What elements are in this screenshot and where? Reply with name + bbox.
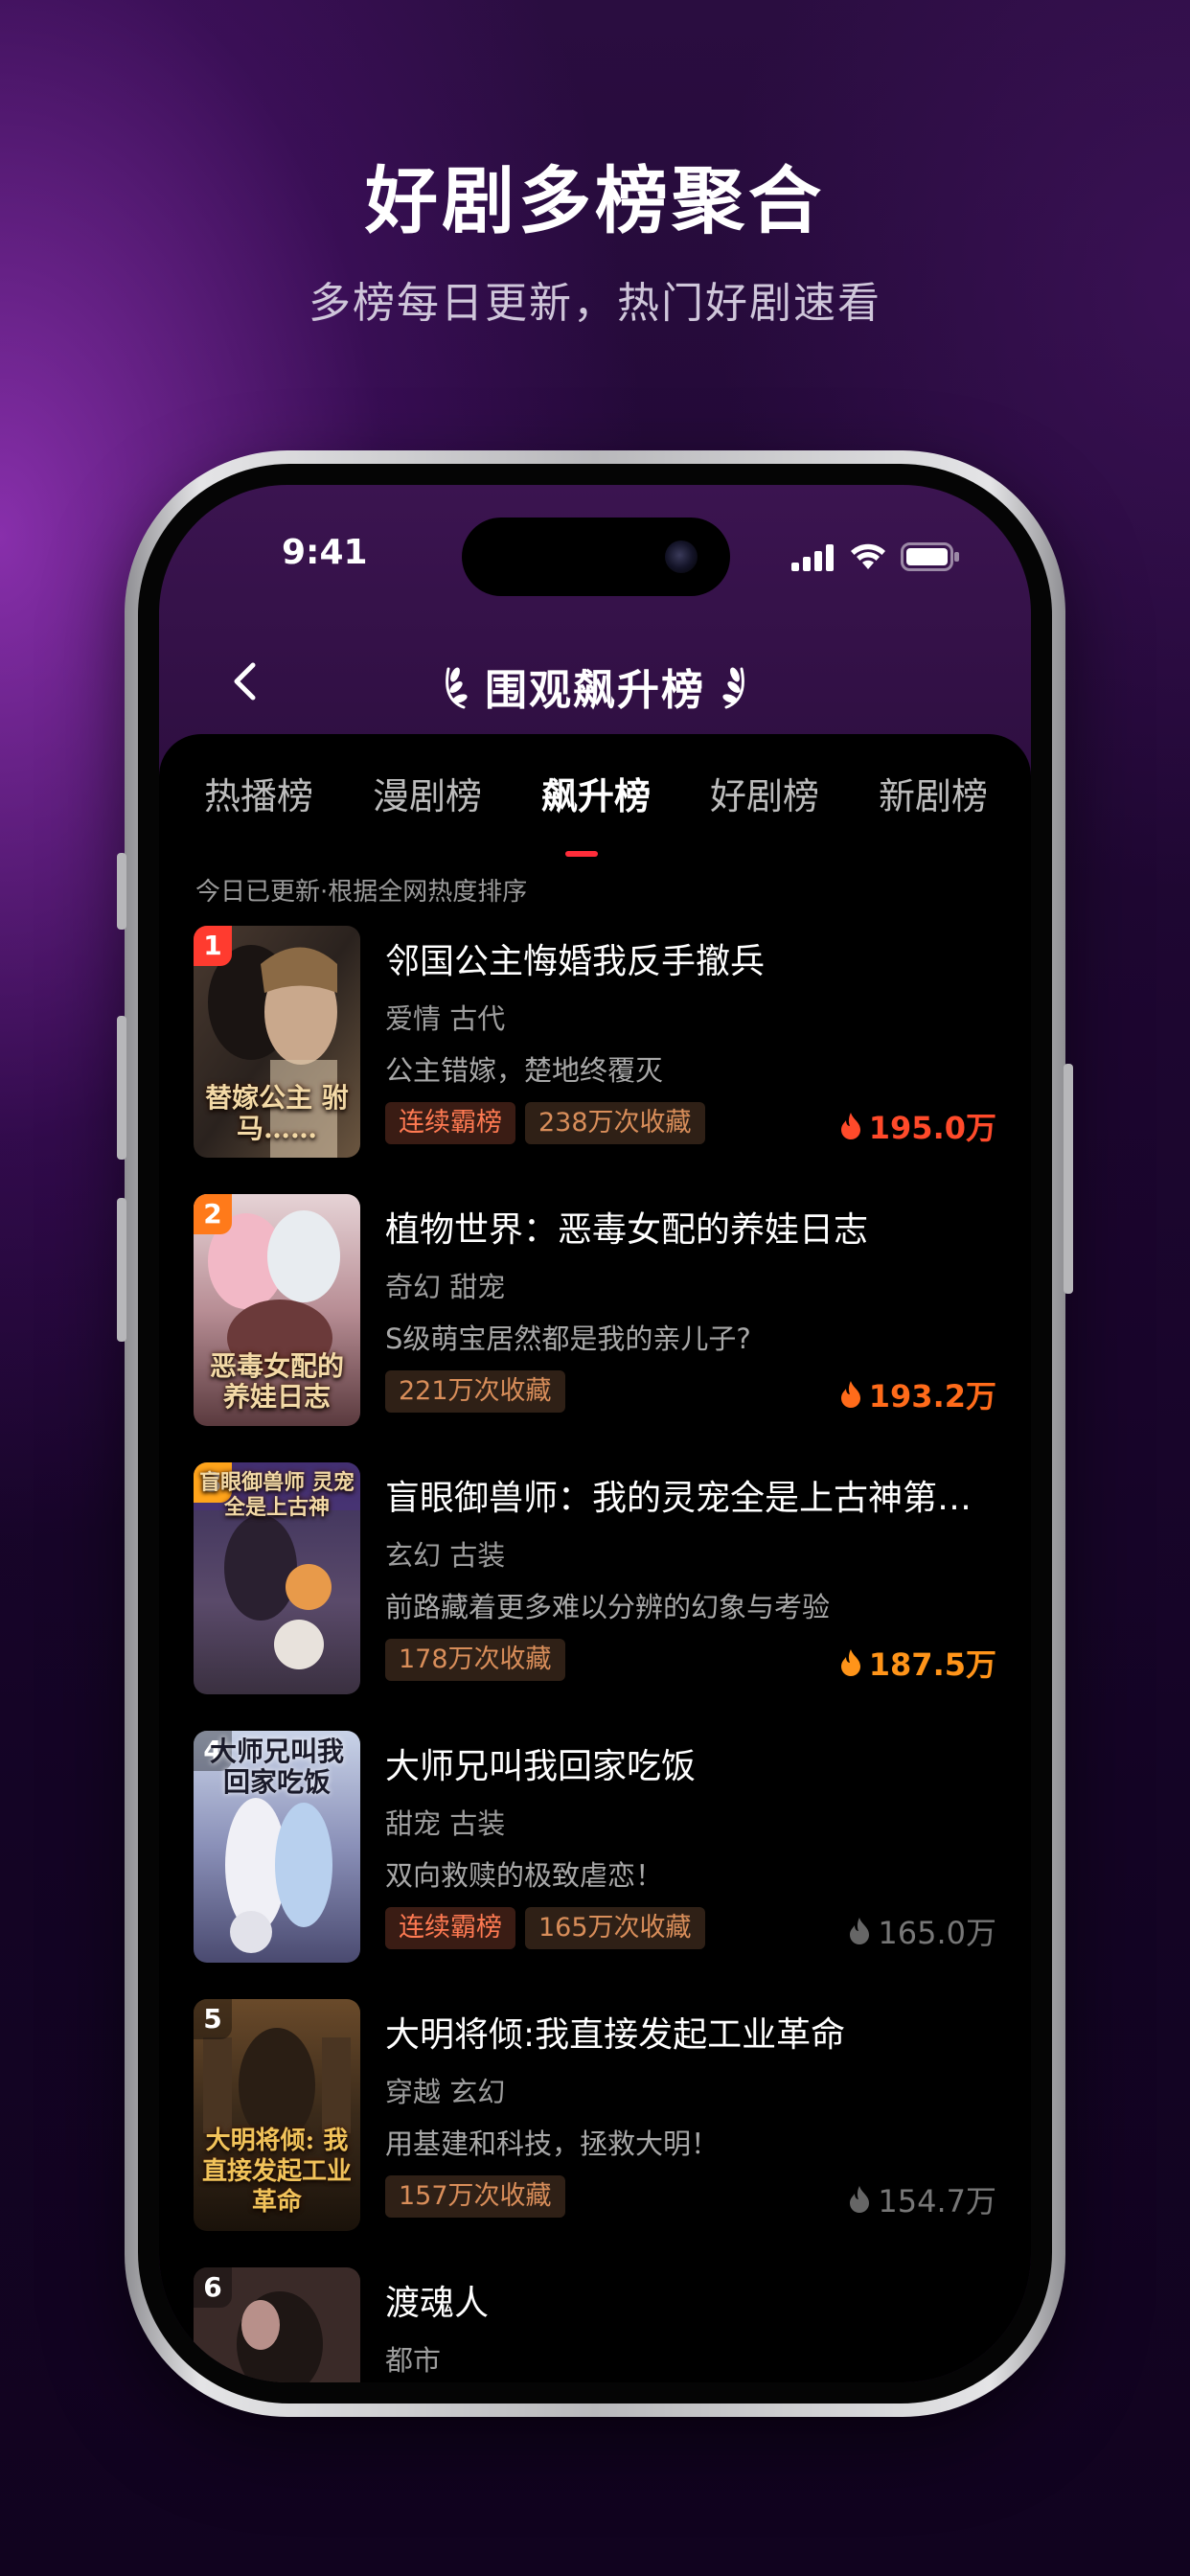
- drama-genre: 甜宠 古装: [385, 1807, 506, 1840]
- heat-score: 165.0万: [847, 1909, 996, 1953]
- rank-badge: 2: [194, 1194, 232, 1234]
- list-item[interactable]: 6 渡魂人 都市: [159, 2267, 1031, 2382]
- phone-volume-up-button: [117, 1016, 126, 1160]
- heat-score: 154.7万: [847, 2177, 996, 2221]
- tab-good[interactable]: 好剧榜: [688, 767, 841, 819]
- heat-value: 187.5万: [868, 1646, 996, 1683]
- flame-icon: [850, 2186, 870, 2213]
- drama-title[interactable]: 植物世界：恶毒女配的养娃日志: [385, 1202, 998, 1252]
- laurel-left-icon: [446, 667, 468, 709]
- heat-value: 154.7万: [878, 2183, 996, 2220]
- cover-title-art: 大师兄叫我 回家吃饭: [209, 1736, 344, 1798]
- drama-tags: 连续霸榜 238万次收藏: [385, 1102, 705, 1144]
- heat-value: 193.2万: [868, 1378, 996, 1414]
- ranking-panel: 热播榜 漫剧榜 飙升榜 好剧榜 新剧榜 今日已更新·根据全网热度排序 1 替嫁公…: [159, 734, 1031, 2382]
- drama-genre: 都市: [385, 2344, 442, 2377]
- heat-value: 165.0万: [878, 1915, 996, 1951]
- heat-score: 187.5万: [838, 1641, 996, 1685]
- drama-genre: 奇幻 甜宠: [385, 1271, 506, 1303]
- cellular-signal-icon: [791, 544, 834, 571]
- cover-title-art: 恶毒女配的 养娃日志: [209, 1350, 344, 1413]
- cover-title-art: 大明将倾: 我直接发起工业革命: [201, 2127, 352, 2217]
- cover-title-art: 替嫁公主 驸马……: [205, 1082, 349, 1144]
- drama-title[interactable]: 渡魂人: [385, 2275, 998, 2325]
- favorites-tag: 178万次收藏: [385, 1639, 565, 1681]
- status-bar: 9:41: [159, 485, 1031, 629]
- page-title: 围观飙升榜: [485, 666, 705, 715]
- drama-description: 双向救赎的极致虐恋！: [385, 1859, 664, 1892]
- tab-comic[interactable]: 漫剧榜: [351, 767, 504, 819]
- drama-tags: 178万次收藏: [385, 1639, 565, 1681]
- camera-icon: [665, 540, 698, 573]
- drama-tags: 221万次收藏: [385, 1370, 565, 1413]
- list-item[interactable]: 5 大明将倾: 我直接发起工业革命 大明将倾:我直接发起工业革命 穿越 玄幻 用…: [159, 1999, 1031, 2267]
- phone-action-button: [117, 853, 126, 930]
- tab-hot[interactable]: 热播榜: [182, 767, 335, 819]
- flame-icon: [840, 1113, 860, 1139]
- tab-new[interactable]: 新剧榜: [857, 767, 1010, 819]
- drama-tags: 157万次收藏: [385, 2175, 565, 2218]
- drama-description: 用基建和科技，拯救大明！: [385, 2128, 720, 2160]
- drama-cover[interactable]: 2 恶毒女配的 养娃日志: [194, 1194, 360, 1426]
- promo-title: 好剧多榜聚合: [365, 158, 825, 243]
- favorites-tag: 238万次收藏: [525, 1102, 705, 1144]
- drama-description: 前路藏着更多难以分辨的幻象与考验: [385, 1591, 831, 1623]
- drama-title[interactable]: 大师兄叫我回家吃饭: [385, 1738, 998, 1788]
- favorites-tag: 221万次收藏: [385, 1370, 565, 1413]
- heat-score: 195.0万: [838, 1104, 996, 1148]
- active-tab-indicator: [565, 851, 598, 857]
- drama-title[interactable]: 大明将倾:我直接发起工业革命: [385, 2007, 998, 2057]
- phone-screen: 9:41 围观飙升榜 热播榜 漫剧榜 飙升榜 好剧榜 新剧榜 今日已更新·根据全…: [159, 485, 1031, 2382]
- streak-tag: 连续霸榜: [385, 1907, 515, 1949]
- heat-value: 195.0万: [868, 1110, 996, 1146]
- status-time: 9:41: [282, 533, 368, 572]
- nav-title-group: 围观飙升榜: [159, 656, 1031, 717]
- drama-cover[interactable]: 5 大明将倾: 我直接发起工业革命: [194, 1999, 360, 2231]
- phone-power-button: [1064, 1064, 1073, 1294]
- drama-genre: 爱情 古代: [385, 1002, 506, 1035]
- drama-cover[interactable]: 6: [194, 2267, 360, 2382]
- favorites-tag: 157万次收藏: [385, 2175, 565, 2218]
- laurel-right-icon: [722, 667, 744, 709]
- promo-subtitle: 多榜每日更新，热门好剧速看: [309, 279, 881, 328]
- drama-tags: 连续霸榜 165万次收藏: [385, 1907, 705, 1949]
- drama-genre: 穿越 玄幻: [385, 2076, 506, 2108]
- rank-badge: 5: [194, 1999, 232, 2039]
- phone-volume-down-button: [117, 1198, 126, 1342]
- rank-badge: 6: [194, 2267, 232, 2308]
- heat-score: 193.2万: [838, 1372, 996, 1416]
- drama-cover[interactable]: 1 替嫁公主 驸马……: [194, 926, 360, 1158]
- dynamic-island: [462, 518, 730, 596]
- flame-icon: [840, 1649, 860, 1676]
- streak-tag: 连续霸榜: [385, 1102, 515, 1144]
- list-item[interactable]: 3 盲眼御兽师 灵宠全是上古神 盲眼御兽师：我的灵宠全是上古神第… 玄幻 古装 …: [159, 1462, 1031, 1731]
- rank-badge: 1: [194, 926, 232, 966]
- drama-cover[interactable]: 4 大师兄叫我 回家吃饭: [194, 1731, 360, 1963]
- drama-genre: 玄幻 古装: [385, 1539, 506, 1572]
- list-item[interactable]: 1 替嫁公主 驸马…… 邻国公主悔婚我反手撤兵 爱情 古代 公主错嫁，楚地终覆灭…: [159, 926, 1031, 1194]
- drama-title[interactable]: 盲眼御兽师：我的灵宠全是上古神第…: [385, 1470, 998, 1520]
- drama-title[interactable]: 邻国公主悔婚我反手撤兵: [385, 933, 998, 983]
- battery-icon: [901, 542, 959, 571]
- list-item[interactable]: 2 恶毒女配的 养娃日志 植物世界：恶毒女配的养娃日志 奇幻 甜宠 S级萌宝居然…: [159, 1194, 1031, 1462]
- drama-description: S级萌宝居然都是我的亲儿子?: [385, 1322, 751, 1355]
- tab-rising[interactable]: 飙升榜: [519, 767, 673, 819]
- flame-icon: [850, 1918, 870, 1944]
- drama-description: 公主错嫁，楚地终覆灭: [385, 1054, 664, 1087]
- update-note: 今日已更新·根据全网热度排序: [195, 878, 528, 907]
- drama-cover[interactable]: 3 盲眼御兽师 灵宠全是上古神: [194, 1462, 360, 1694]
- cover-title-art: 盲眼御兽师 灵宠全是上古神: [199, 1470, 355, 1520]
- wifi-icon: [851, 543, 885, 569]
- status-icons: [791, 540, 960, 571]
- flame-icon: [840, 1381, 860, 1408]
- favorites-tag: 165万次收藏: [525, 1907, 705, 1949]
- nav-bar: 围观飙升榜: [159, 629, 1031, 734]
- list-item[interactable]: 4 大师兄叫我 回家吃饭 大师兄叫我回家吃饭 甜宠 古装 双向救赎的极致虐恋！ …: [159, 1731, 1031, 1999]
- ranking-tabs: 热播榜 漫剧榜 飙升榜 好剧榜 新剧榜: [159, 755, 1031, 857]
